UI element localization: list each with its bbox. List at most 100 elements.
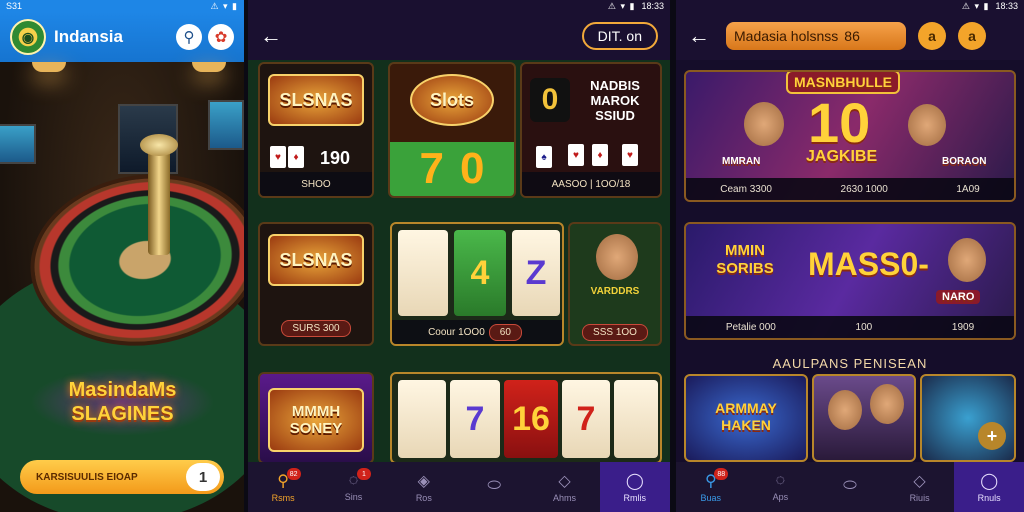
banner-stat: 2630 1000 bbox=[840, 183, 888, 195]
app-logo[interactable]: ◉ bbox=[10, 19, 46, 55]
nav-item-home[interactable]: ⚲ Rsms 82 bbox=[248, 462, 318, 512]
banner-stat: 1A09 bbox=[956, 183, 980, 195]
status-icons: ⚠ ▾ ▮ bbox=[210, 1, 238, 11]
status-bar: S31 ⚠ ▾ ▮ bbox=[0, 0, 244, 12]
slot-machine-tile[interactable]: 4 Z Coour 1OO0 60 bbox=[390, 222, 564, 346]
banner-big-text: MASS0- bbox=[808, 246, 929, 282]
search-icon[interactable]: ⚲ bbox=[176, 24, 202, 50]
status-bar: ⚠ ▾ ▮ 18:33 bbox=[676, 0, 1024, 12]
wall-screen-decoration bbox=[208, 100, 244, 150]
nav-item-ahms[interactable]: ◇ Ahms bbox=[529, 462, 599, 512]
cta-number[interactable]: 1 bbox=[186, 463, 220, 491]
status-bar: ⚠ ▾ ▮ 18:33 bbox=[248, 0, 670, 12]
screen-slots: ⚠ ▾ ▮ 18:33 ← DIT. on SLSNAS ♥ ♦ 190 SHO… bbox=[248, 0, 670, 512]
slot-machine-tile[interactable]: 7 16 7 bbox=[390, 372, 662, 464]
status-left: S31 bbox=[6, 1, 23, 11]
banner-footer: Ceam 3300 2630 1000 1A09 bbox=[686, 178, 1014, 200]
slots-header: ← DIT. on bbox=[248, 12, 670, 60]
wall-screen-decoration bbox=[0, 124, 36, 164]
bottom-nav: ⚲ Buas 88 ◌ Aps ⬭ ◇ Riuis ◯ Rnuls bbox=[676, 462, 1024, 512]
banner-stat: 100 bbox=[855, 321, 873, 333]
notification-icon[interactable]: ✿ bbox=[208, 24, 234, 50]
nav-item-rnuls[interactable]: ◯ Rnuls bbox=[954, 462, 1024, 512]
tile-footer: SHOO bbox=[260, 172, 372, 196]
nav-item-sins[interactable]: ◌ Sins 1 bbox=[318, 462, 388, 512]
card-icon: ♥ bbox=[622, 144, 638, 166]
nav-badge: 82 bbox=[286, 468, 301, 480]
cta-button[interactable]: KARSISUULIS EIOAP 1 bbox=[20, 460, 224, 494]
mini-game-tile[interactable]: + bbox=[920, 374, 1016, 462]
card-value: 190 bbox=[320, 148, 351, 168]
link-icon: ⬭ bbox=[843, 477, 857, 494]
header-button-2[interactable]: a bbox=[958, 22, 986, 50]
tile-badge: SLSNAS bbox=[268, 74, 364, 126]
search-text: Madasia holsnss bbox=[734, 28, 839, 44]
nav-label: Rmlis bbox=[623, 493, 647, 503]
banner-big-number: 10 bbox=[808, 91, 871, 154]
nav-item-ros[interactable]: ◈ Ros bbox=[389, 462, 459, 512]
profile-icon: ◯ bbox=[980, 473, 999, 490]
game-tile[interactable]: VARDDRS SSS 1OO bbox=[568, 222, 662, 346]
game-tile[interactable]: 0 NADBIS MAROK SSIUD ♠ ♥ ♦ ♥ AASOO | 1OO… bbox=[520, 62, 662, 198]
banner-stat: Petalie 000 bbox=[725, 321, 776, 333]
nav-item-aps[interactable]: ◌ Aps bbox=[746, 462, 816, 512]
tile-footer-pill[interactable]: 60 bbox=[488, 323, 522, 341]
nav-label: Riuis bbox=[909, 493, 930, 503]
tile-footer-pill[interactable]: SSS 1OO bbox=[582, 323, 648, 341]
screen-promotions: ⚠ ▾ ▮ 18:33 ← Madasia holsnss 86 a a MAS… bbox=[676, 0, 1024, 512]
header-pill-button[interactable]: DIT. on bbox=[581, 22, 658, 50]
nav-item-riuis[interactable]: ◇ Riuis bbox=[885, 462, 955, 512]
character-portrait bbox=[908, 104, 946, 146]
back-arrow-icon[interactable]: ← bbox=[260, 23, 290, 49]
back-arrow-icon[interactable]: ← bbox=[688, 23, 718, 49]
status-time: 18:33 bbox=[641, 1, 664, 11]
add-icon[interactable]: + bbox=[978, 422, 1006, 450]
search-suffix: 86 bbox=[844, 28, 860, 44]
nav-label: Ros bbox=[415, 493, 432, 503]
slot-reel: Z bbox=[512, 230, 560, 316]
promo-banner-2[interactable]: MMIN SORIBS MASS0- NARO Petalie 000 100 … bbox=[684, 222, 1016, 340]
lamp-decoration bbox=[32, 62, 66, 72]
nav-label: Rnuls bbox=[977, 493, 1001, 503]
slot-reel: 4 bbox=[454, 230, 506, 316]
mini-tile-title: ARMMAY HAKEN bbox=[715, 400, 777, 433]
game-tile[interactable]: SLSNAS ♥ ♦ 190 SHOO bbox=[258, 62, 374, 198]
card-icon: ♦ bbox=[288, 146, 304, 168]
roulette-spindle-top bbox=[140, 134, 178, 156]
app-header: ◉ Indansia ⚲ ✿ bbox=[0, 12, 244, 62]
tile-footer: SURS 300 bbox=[260, 316, 372, 340]
header-button-1[interactable]: a bbox=[918, 22, 946, 50]
roulette-spindle bbox=[148, 140, 170, 255]
tile-badge: NADBIS MAROK SSIUD bbox=[590, 78, 640, 123]
message-icon: ◈ bbox=[417, 473, 430, 490]
slot-reel: 16 bbox=[504, 380, 558, 458]
game-tile[interactable]: Slots 7 0 bbox=[388, 62, 516, 198]
game-tile[interactable]: SLSNAS SURS 300 bbox=[258, 222, 374, 346]
link-icon: ⬭ bbox=[487, 477, 501, 494]
character-portrait bbox=[870, 384, 904, 424]
mini-game-tile[interactable]: ARMMAY HAKEN bbox=[684, 374, 808, 462]
cta-label: KARSISUULIS EIOAP bbox=[36, 471, 138, 483]
slot-reel: 7 bbox=[562, 380, 610, 458]
nav-item-home[interactable]: ⚲ Buas 88 bbox=[676, 462, 746, 512]
reel-digit: 7 bbox=[419, 144, 444, 193]
chat-icon: ◌ bbox=[775, 472, 786, 489]
banner-stat: Ceam 3300 bbox=[720, 183, 772, 195]
shield-icon: ◇ bbox=[558, 473, 571, 490]
nav-item-rmlis[interactable]: ◯ Rmlis bbox=[599, 462, 670, 512]
promo-banner-1[interactable]: MASNBHULLE 10 JAGKIBE MMRAN BORAON Ceam … bbox=[684, 70, 1016, 202]
mini-game-tile[interactable] bbox=[812, 374, 916, 462]
status-time: 18:33 bbox=[995, 1, 1018, 11]
screen-home: S31 ⚠ ▾ ▮ ◉ Indansia ⚲ ✿ MasindaMs SLAGI… bbox=[0, 0, 244, 512]
search-field[interactable]: Madasia holsnss 86 bbox=[726, 22, 906, 50]
nav-label: Sins bbox=[344, 492, 363, 502]
banner-left-badge: MMRAN bbox=[722, 156, 761, 167]
nav-label: Aps bbox=[772, 492, 789, 502]
game-tile[interactable]: MMMH SONEY bbox=[258, 372, 374, 464]
nav-item-link[interactable]: ⬭ bbox=[815, 462, 885, 512]
banner-left-title: MMIN SORIBS bbox=[716, 242, 774, 277]
promo-title: MasindaMs SLAGINES bbox=[30, 368, 215, 436]
bottom-nav: ⚲ Rsms 82 ◌ Sins 1 ◈ Ros ⬭ ◇ Ahms ◯ Rmlis bbox=[248, 462, 670, 512]
tile-footer-pill[interactable]: SURS 300 bbox=[281, 319, 351, 337]
nav-item-link[interactable]: ⬭ bbox=[459, 462, 529, 512]
